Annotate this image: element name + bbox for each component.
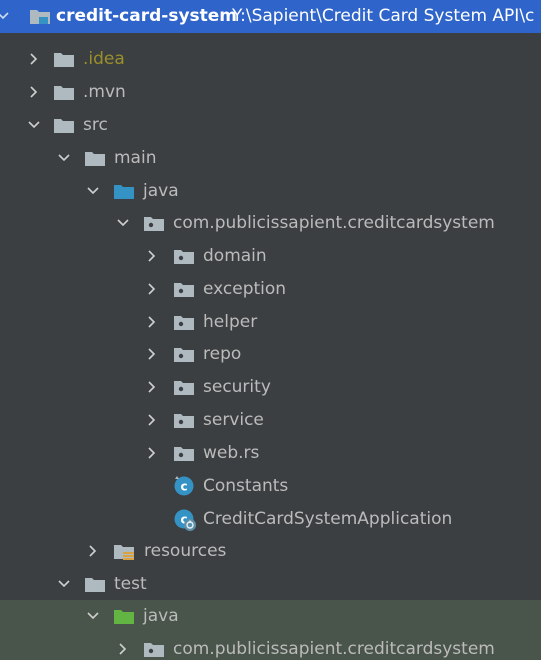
package-icon: [144, 643, 164, 657]
package-icon: [174, 348, 194, 362]
chevron-right-icon[interactable]: [116, 642, 130, 656]
package-icon: [174, 316, 194, 330]
tree-row-constants[interactable]: c Constants: [0, 470, 541, 503]
chevron-down-icon[interactable]: [57, 577, 71, 591]
chevron-right-icon[interactable]: [145, 249, 159, 263]
tree-row-package-root[interactable]: com.publicissapient.creditcardsystem: [0, 207, 541, 240]
chevron-down-icon[interactable]: [27, 118, 41, 132]
chevron-down-icon[interactable]: [57, 151, 71, 165]
project-path-label: Y:\Sapient\Credit Card System API\c: [232, 6, 535, 26]
package-icon: [144, 217, 164, 231]
chevron-down-icon[interactable]: [86, 609, 100, 623]
svg-text:c: c: [180, 480, 187, 494]
tree-item-label: main: [114, 148, 157, 168]
source-root-folder-icon: [114, 185, 134, 199]
tree-row-application[interactable]: c CreditCardSystemApplication: [0, 503, 541, 536]
chevron-down-icon[interactable]: [0, 9, 14, 23]
chevron-right-icon[interactable]: [145, 380, 159, 394]
tree-item-label: CreditCardSystemApplication: [203, 509, 453, 529]
tree-item-label: web.rs: [203, 443, 260, 463]
folder-icon: [54, 86, 74, 100]
tree-item-label: exception: [203, 279, 287, 299]
tree-item-label: security: [203, 377, 271, 397]
project-name-label: credit-card-system: [56, 6, 238, 26]
tree-row-src[interactable]: src: [0, 109, 541, 142]
package-icon: [174, 414, 194, 428]
chevron-down-icon[interactable]: [86, 184, 100, 198]
tree-row-helper[interactable]: helper: [0, 306, 541, 339]
chevron-right-icon[interactable]: [27, 52, 41, 66]
tree-item-label: resources: [144, 541, 227, 561]
tree-row-security[interactable]: security: [0, 371, 541, 404]
package-icon: [174, 283, 194, 297]
package-icon: [174, 381, 194, 395]
tree-item-label: .idea: [83, 49, 125, 69]
tree-row-exception[interactable]: exception: [0, 273, 541, 306]
folder-icon: [54, 53, 74, 67]
package-icon: [174, 250, 194, 264]
tree-row-web-rs[interactable]: web.rs: [0, 437, 541, 470]
tree-item-label: com.publicissapient.creditcardsystem: [173, 639, 495, 659]
chevron-right-icon[interactable]: [145, 413, 159, 427]
tree-item-label: com.publicissapient.creditcardsystem: [173, 213, 495, 233]
tree-item-label: java: [143, 181, 179, 201]
tree-row-main[interactable]: main: [0, 142, 541, 175]
folder-icon: [85, 578, 105, 592]
tree-row-repo[interactable]: repo: [0, 338, 541, 371]
tree-item-label: domain: [203, 246, 267, 266]
resources-folder-icon: [114, 545, 134, 560]
module-folder-icon: [30, 10, 50, 24]
chevron-right-icon[interactable]: [86, 544, 100, 558]
tree-row-java[interactable]: java: [0, 175, 541, 208]
class-icon: c: [174, 476, 194, 496]
tree-item-label: helper: [203, 312, 258, 332]
tree-row-mvn[interactable]: .mvn: [0, 76, 541, 109]
tree-item-label: src: [83, 115, 108, 135]
folder-icon: [85, 152, 105, 166]
tree-item-label: Constants: [203, 476, 289, 496]
tree-row-service[interactable]: service: [0, 404, 541, 437]
tree-item-label: .mvn: [83, 82, 126, 102]
chevron-right-icon[interactable]: [145, 315, 159, 329]
tree-item-label: service: [203, 410, 264, 430]
chevron-right-icon[interactable]: [145, 347, 159, 361]
tree-row-resources[interactable]: resources: [0, 535, 541, 568]
tree-row-test[interactable]: test: [0, 568, 541, 601]
tree-item-label: repo: [203, 344, 242, 364]
tree-row-project-root[interactable]: credit-card-system Y:\Sapient\Credit Card…: [0, 0, 541, 33]
tree-row-test-package[interactable]: com.publicissapient.creditcardsystem: [0, 633, 541, 660]
project-tool-window: credit-card-system Y:\Sapient\Credit Card…: [0, 0, 545, 660]
chevron-right-icon[interactable]: [27, 85, 41, 99]
test-root-folder-icon: [114, 610, 134, 624]
chevron-down-icon[interactable]: [116, 216, 130, 230]
chevron-right-icon[interactable]: [145, 282, 159, 296]
tree-row-test-java[interactable]: java: [0, 600, 541, 633]
tree-row-domain[interactable]: domain: [0, 240, 541, 273]
chevron-right-icon[interactable]: [145, 446, 159, 460]
window-edge: [541, 0, 545, 660]
package-icon: [174, 447, 194, 461]
spring-boot-class-icon: c: [174, 509, 196, 531]
tree-item-label: test: [114, 574, 147, 594]
tree-row-idea[interactable]: .idea: [0, 43, 541, 76]
tree-item-label: java: [143, 606, 179, 626]
folder-icon: [54, 119, 74, 133]
